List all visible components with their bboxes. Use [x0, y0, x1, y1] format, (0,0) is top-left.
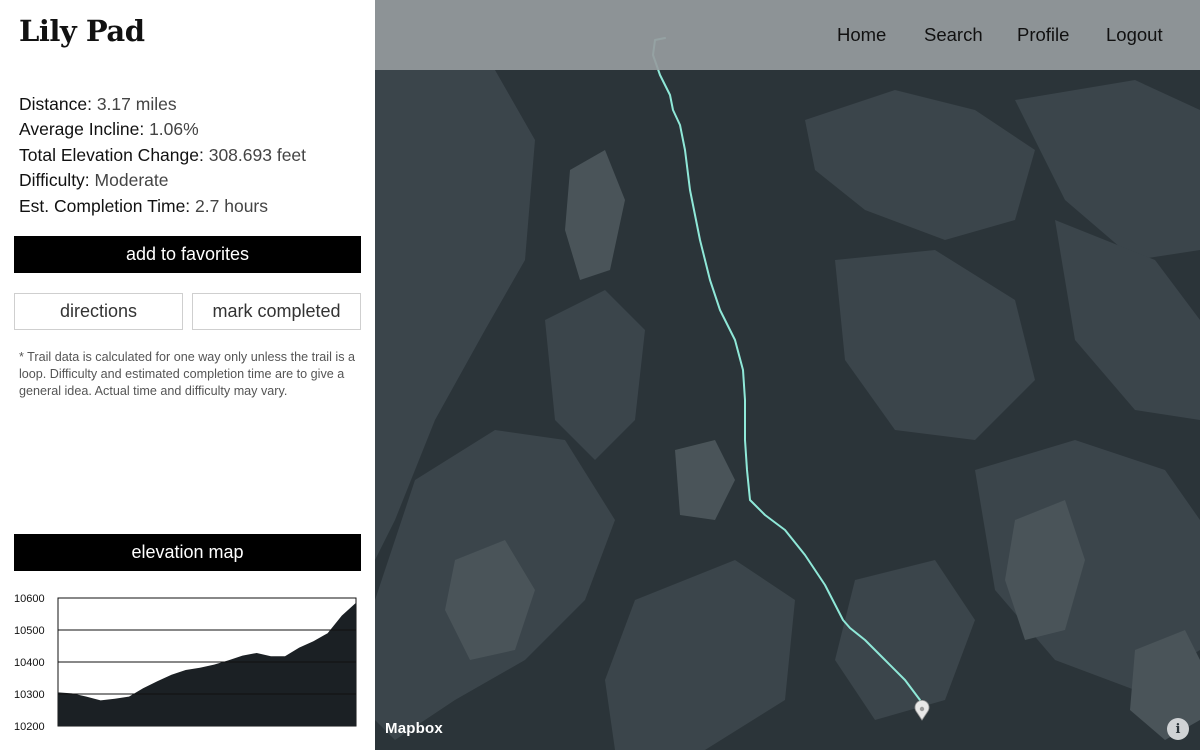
y-tick-label: 10500 — [14, 625, 45, 637]
y-tick-label: 10600 — [14, 593, 45, 605]
nav-profile-link[interactable]: Profile — [1017, 24, 1069, 46]
app-title: Lily Pad — [19, 14, 145, 48]
stat-label: Distance: — [19, 94, 92, 114]
elevation-chart: 10600 10500 10400 10300 10200 — [14, 593, 357, 733]
stat-value: 3.17 miles — [96, 94, 177, 114]
map-canvas[interactable] — [375, 0, 1200, 750]
directions-button[interactable]: directions — [14, 293, 183, 330]
sidebar: Lily Pad Distance: 3.17 miles Average In… — [0, 0, 375, 750]
stat-difficulty: Difficulty: Moderate — [19, 168, 364, 193]
trail-end-marker-icon[interactable] — [914, 699, 930, 721]
trail-map[interactable]: Home Search Profile Logout Mapbox i — [375, 0, 1200, 750]
y-tick-label: 10300 — [14, 689, 45, 701]
stat-value: 1.06% — [149, 119, 199, 140]
stat-distance: Distance: 3.17 miles — [19, 92, 364, 117]
stat-value: 2.7 hours — [195, 195, 269, 216]
mark-completed-button[interactable]: mark completed — [192, 293, 361, 330]
add-to-favorites-button[interactable]: add to favorites — [14, 236, 361, 273]
stat-average-incline: Average Incline: 1.06% — [19, 117, 364, 142]
info-icon[interactable]: i — [1167, 718, 1189, 740]
nav-search-link[interactable]: Search — [924, 24, 983, 46]
elevation-map-header: elevation map — [14, 534, 361, 571]
stat-value: Moderate — [94, 170, 169, 191]
stat-label: Average Incline: — [19, 119, 145, 140]
trail-stats: Distance: 3.17 miles Average Incline: 1.… — [19, 92, 364, 219]
stat-value: 308.693 feet — [208, 144, 307, 165]
stat-elevation-change: Total Elevation Change: 308.693 feet — [19, 143, 364, 168]
top-nav-bar: Home Search Profile Logout — [375, 0, 1200, 70]
stat-label: Est. Completion Time: — [19, 195, 191, 216]
stat-label: Total Elevation Change: — [19, 144, 204, 165]
disclaimer-note: * Trail data is calculated for one way o… — [19, 350, 356, 398]
y-tick-label: 10200 — [14, 721, 45, 733]
stat-label: Difficulty: — [19, 170, 90, 191]
stat-completion-time: Est. Completion Time: 2.7 hours — [19, 194, 364, 219]
nav-home-link[interactable]: Home — [837, 24, 886, 46]
mapbox-attribution-logo[interactable]: Mapbox — [385, 720, 443, 737]
y-tick-label: 10400 — [14, 657, 45, 669]
nav-logout-link[interactable]: Logout — [1106, 24, 1163, 46]
